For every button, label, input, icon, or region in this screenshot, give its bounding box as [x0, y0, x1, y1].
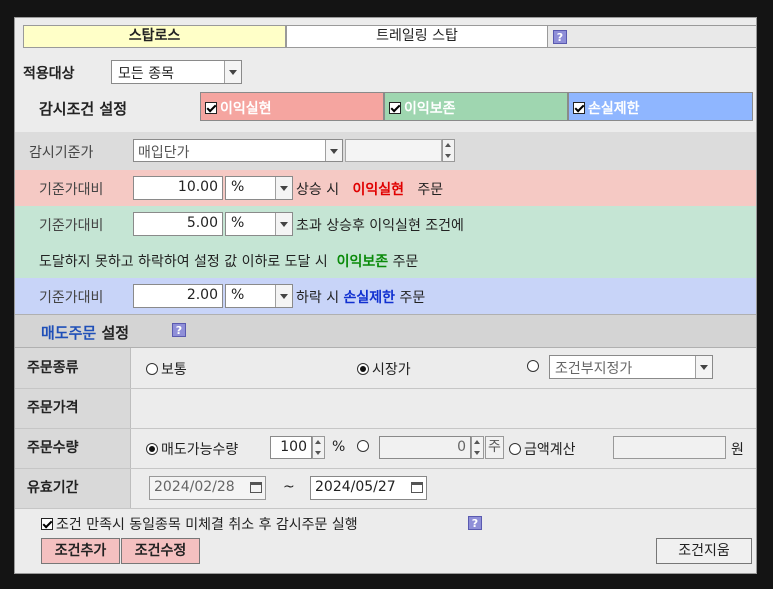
qty-percent-spinner[interactable] [312, 436, 325, 459]
divider [15, 508, 756, 509]
edit-condition-button[interactable]: 조건수정 [121, 538, 200, 564]
order-qty-label: 주문수량 [15, 428, 131, 468]
monitor-title: 감시조건 설정 [39, 100, 128, 118]
calendar-icon[interactable] [411, 482, 423, 493]
preserve-unit-select[interactable]: % [225, 212, 293, 236]
stop-loss-toggle[interactable]: 손실제한 [568, 92, 753, 121]
profit-value-input[interactable]: 10.00 [133, 176, 223, 200]
currency-unit: 원 [731, 442, 744, 458]
base-price-spinner[interactable] [442, 139, 455, 162]
base-price-value: 매입단가 [138, 145, 190, 161]
tab-strip-filler [548, 25, 756, 48]
checkbox-icon [573, 102, 585, 114]
divider [15, 428, 756, 429]
date-separator: ~ [283, 479, 295, 495]
loss-row-text: 하락 시 손실제한 주문 [296, 290, 426, 306]
order-type-normal[interactable]: 보통 [146, 359, 187, 379]
order-price-label: 주문가격 [15, 388, 131, 428]
checkbox-icon [205, 102, 217, 114]
qty-percent-input[interactable]: 100 [270, 436, 312, 459]
chevron-down-icon [275, 285, 292, 307]
tab-trailing-stop[interactable]: 트레일링 스탑 [286, 25, 548, 48]
chevron-down-icon [275, 177, 292, 199]
chevron-down-icon [695, 356, 712, 378]
loss-row-label: 기준가대비 [39, 290, 104, 306]
profit-take-toggle[interactable]: 이익실현 [200, 92, 384, 121]
cancel-unfilled-checkbox[interactable]: 조건 만족시 동일종목 미체결 취소 후 감시주문 실행 [41, 514, 358, 534]
chevron-down-icon [325, 140, 342, 161]
radio-icon [146, 363, 158, 375]
preserve-row-text: 초과 상승후 이익실현 조건에 [296, 218, 464, 234]
date-from-field[interactable]: 2024/02/28 [149, 476, 266, 500]
order-type-market[interactable]: 시장가 [357, 359, 411, 379]
checkbox-icon [389, 102, 401, 114]
divider [15, 468, 756, 469]
qty-shares-input[interactable]: 0 [379, 436, 471, 459]
tab-stoploss[interactable]: 스탑로스 [23, 25, 286, 48]
help-icon[interactable]: ? [172, 323, 186, 337]
qty-amount-option[interactable]: 금액계산 [509, 439, 576, 459]
add-condition-button[interactable]: 조건추가 [41, 538, 120, 564]
radio-selected-icon [146, 443, 158, 455]
chevron-down-icon [224, 61, 241, 83]
calendar-icon[interactable] [250, 482, 262, 493]
qty-fixed-option[interactable] [357, 439, 372, 455]
base-price-input[interactable] [345, 139, 442, 162]
delete-condition-button[interactable]: 조건지움 [656, 538, 752, 564]
base-price-label: 감시기준가 [29, 145, 94, 161]
qty-shares-spinner[interactable] [471, 436, 484, 459]
radio-icon [357, 440, 369, 452]
radio-icon [509, 443, 521, 455]
preserve-value-input[interactable]: 5.00 [133, 212, 223, 236]
order-type-conditional[interactable] [527, 359, 542, 375]
loss-value-input[interactable]: 2.00 [133, 284, 223, 308]
amount-input[interactable] [613, 436, 726, 459]
target-select-value: 모든 종목 [118, 66, 174, 82]
validity-label: 유효기간 [15, 468, 131, 508]
checkbox-icon [41, 518, 53, 530]
help-icon[interactable]: ? [468, 516, 482, 530]
qty-shares-unit: 주 [485, 436, 504, 459]
radio-icon [527, 360, 539, 372]
order-type-label: 주문종류 [15, 348, 131, 388]
profit-keep-toggle[interactable]: 이익보존 [384, 92, 568, 121]
qty-percent-unit: % [332, 439, 346, 455]
sell-order-title: 매도주문 설정 [41, 324, 130, 342]
conditional-price-select[interactable]: 조건부지정가 [549, 355, 713, 379]
radio-selected-icon [357, 363, 369, 375]
qty-sellable-option[interactable]: 매도가능수량 [146, 439, 238, 459]
stoploss-panel: 스탑로스 트레일링 스탑 ? 적용대상 모든 종목 감시조건 설정 이익실현 이… [14, 17, 757, 574]
loss-unit-select[interactable]: % [225, 284, 293, 308]
help-icon[interactable]: ? [553, 30, 567, 44]
profit-row-label: 기준가대비 [39, 182, 104, 198]
target-select[interactable]: 모든 종목 [111, 60, 242, 84]
preserve-row-text-line2: 도달하지 못하고 하락하여 설정 값 이하로 도달 시 이익보존 주문 [39, 254, 419, 270]
base-price-select[interactable]: 매입단가 [133, 139, 343, 162]
date-to-field[interactable]: 2024/05/27 [310, 476, 427, 500]
preserve-row-label: 기준가대비 [39, 218, 104, 234]
chevron-down-icon [275, 213, 292, 235]
profit-row-text: 상승 시 이익실현 주문 [296, 182, 444, 198]
divider [15, 388, 756, 389]
profit-unit-select[interactable]: % [225, 176, 293, 200]
target-label: 적용대상 [23, 66, 75, 82]
